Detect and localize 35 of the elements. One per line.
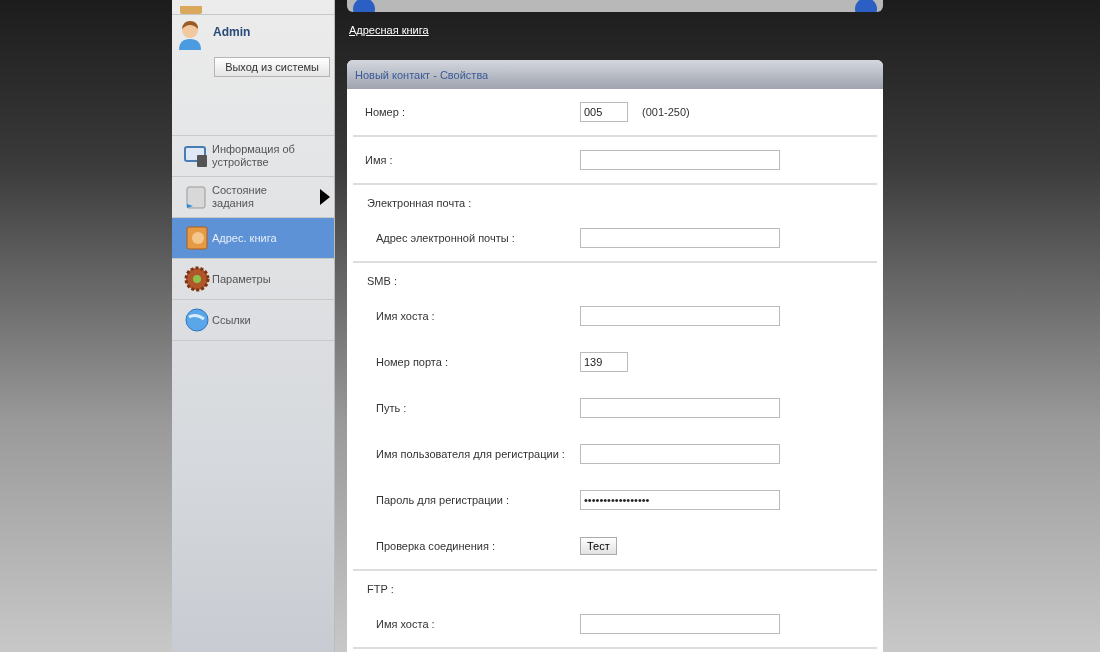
input-field[interactable]: 139 (580, 352, 628, 372)
breadcrumb-link[interactable]: Адресная книга (349, 24, 429, 36)
user-name: Admin (213, 25, 251, 39)
range-hint: (001-250) (642, 106, 690, 118)
input-field[interactable]: ••••••••••••••••• (580, 490, 780, 510)
logout-button[interactable]: Выход из системы (214, 57, 330, 77)
field-label: Номер : (365, 106, 406, 118)
input-field[interactable] (580, 306, 780, 326)
field-label: Имя хоста : (376, 310, 436, 322)
input-field[interactable] (580, 614, 780, 634)
field-label: Проверка соединения : (376, 540, 496, 552)
nav-item[interactable]: Информация об устройстве (172, 136, 334, 177)
section-heading: FTP : (366, 582, 395, 597)
gear-icon (184, 266, 210, 292)
field-label: Имя пользователя для регистрации : (376, 448, 566, 460)
test-button[interactable]: Тест (580, 537, 617, 555)
field-label: Имя хоста : (376, 618, 436, 630)
input-field[interactable] (580, 398, 780, 418)
section-heading: SMB : (366, 274, 398, 289)
field-label: Номер порта : (376, 356, 449, 368)
globe-icon (184, 307, 210, 333)
input-field[interactable] (580, 150, 780, 170)
nav-item[interactable]: Ссылки (172, 300, 334, 341)
section-heading: Электронная почта : (366, 196, 473, 211)
nav-item[interactable]: Параметры (172, 259, 334, 300)
panel-title: Новый контакт - Свойства (355, 68, 489, 81)
field-label: Путь : (376, 402, 408, 414)
monitor-icon (184, 143, 210, 169)
input-field[interactable] (580, 228, 780, 248)
field-label: Адрес электронной почты : (376, 232, 516, 244)
field-label: Пароль для регистрации : (376, 494, 510, 506)
user-avatar-icon (177, 19, 203, 51)
field-label: Имя : (365, 154, 394, 166)
input-field[interactable] (580, 444, 780, 464)
input-field[interactable]: 005 (580, 102, 628, 122)
